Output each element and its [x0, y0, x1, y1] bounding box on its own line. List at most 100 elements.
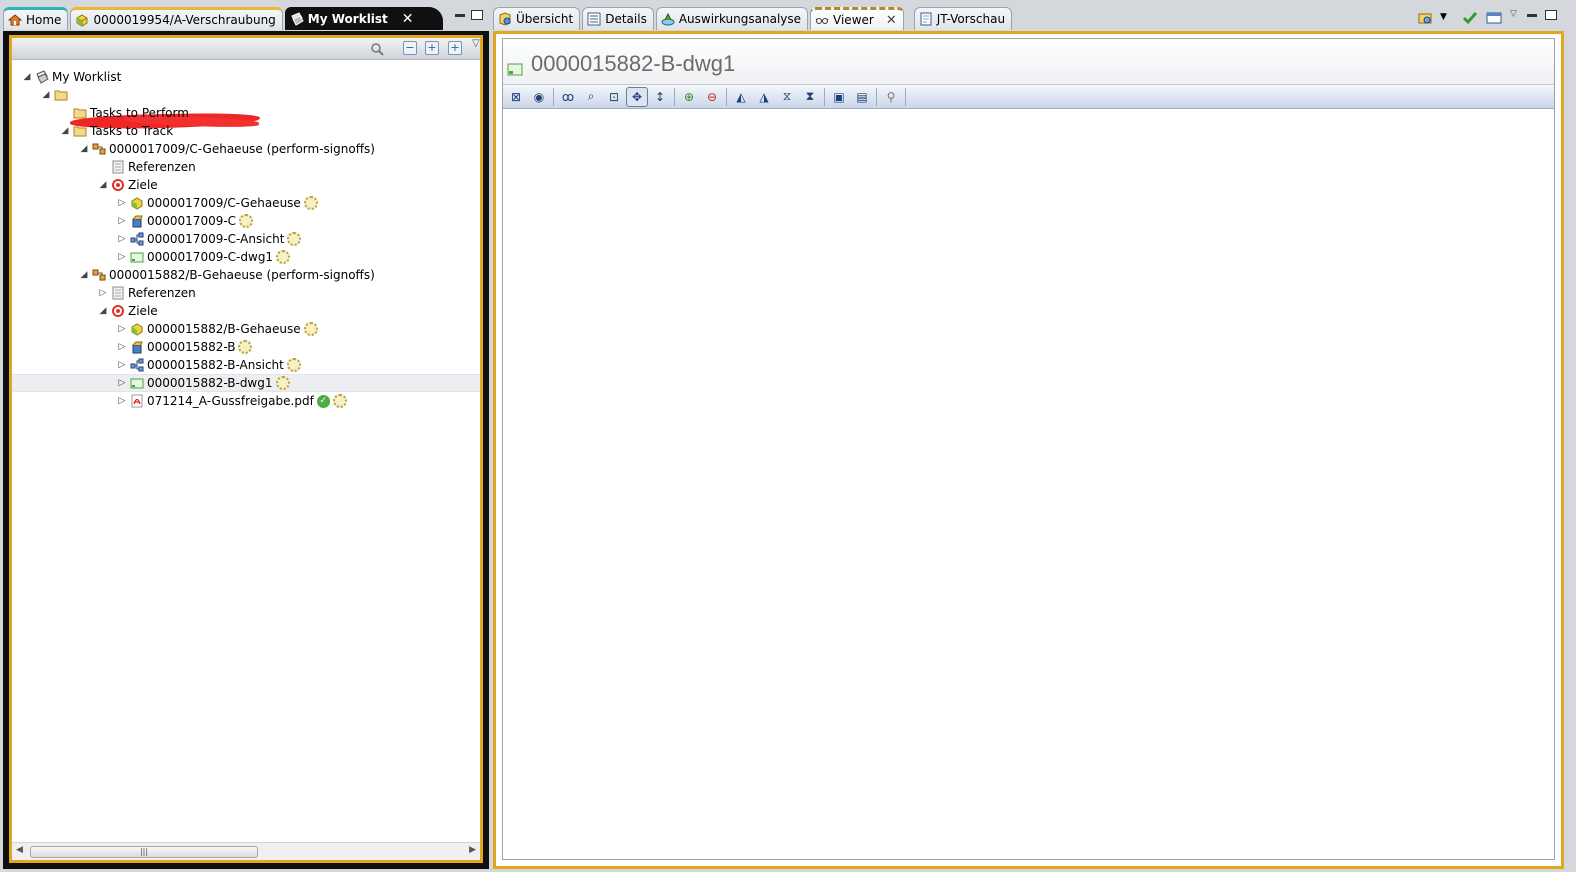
tab-viewer[interactable]: Viewer ✕ — [810, 7, 904, 30]
bom-view-icon — [130, 358, 144, 372]
workflow-task-icon — [92, 269, 106, 281]
expand-toggle-icon[interactable]: ▷ — [98, 284, 108, 302]
close-icon[interactable]: ✕ — [402, 11, 414, 27]
expand-all-icon[interactable]: + — [448, 41, 462, 55]
tree-node-task[interactable]: ◢ 0000015882/B-Gehaeuse (perform-signoff… — [79, 266, 375, 284]
collapse-all-icon[interactable]: − — [403, 41, 417, 55]
expand-toggle-icon[interactable]: ▷ — [117, 320, 127, 338]
markup-icon[interactable]: ▣ — [828, 87, 850, 107]
expand-toggle-icon[interactable]: ◢ — [22, 68, 32, 86]
close-icon[interactable]: ✕ — [886, 13, 897, 28]
flip-horizontal-icon[interactable]: ⧗ — [799, 87, 821, 107]
expand-toggle-icon[interactable]: ▷ — [117, 248, 127, 266]
tree-node-target-view[interactable]: ▷ 0000017009-C-Ansicht — [117, 230, 302, 248]
scrollbar-thumb[interactable]: ||| — [30, 846, 258, 858]
tree-node-references[interactable]: ▷ Referenzen — [98, 284, 196, 302]
tree-node-target-item[interactable]: ▷ 0000015882/B-Gehaeuse — [117, 320, 318, 338]
tree-node-target-drawing-selected[interactable]: ▷ 0000015882-B-dwg1 — [12, 374, 480, 392]
viewer-canvas[interactable] — [503, 111, 1554, 859]
zoom-out-icon[interactable]: ⊖ — [701, 87, 723, 107]
expand-toggle-icon[interactable]: ◢ — [41, 86, 51, 104]
pdf-icon — [131, 394, 143, 408]
tab-my-worklist[interactable]: My Worklist ✕ — [284, 7, 443, 30]
tree-node-target-item[interactable]: ▷ 0000017009/C-Gehaeuse — [117, 194, 318, 212]
zoom-window-icon[interactable]: ⌕ — [580, 87, 602, 107]
worklist-panel: − + + ▽ ◢ My Worklist ◢ Tasks to Perform… — [3, 31, 489, 869]
viewer-panel: 0000015882-B-dwg1 ⊠ ◉ ꝏ ⌕ ⊡ ✥ ↕ ⊕ ⊖ ◭ ◮ … — [493, 31, 1564, 869]
checkmark-icon[interactable] — [1462, 11, 1478, 25]
status-icon — [275, 376, 290, 390]
compare-icon[interactable]: ▤ — [851, 87, 873, 107]
expand-toggle-icon[interactable]: ◢ — [98, 176, 108, 194]
drawing-icon — [130, 252, 144, 263]
expand-icon[interactable]: + — [425, 41, 439, 55]
expand-toggle-icon[interactable]: ▷ — [117, 338, 127, 356]
tree-node-root[interactable]: ◢ My Worklist — [22, 68, 122, 86]
scroll-right-icon[interactable]: ▶ — [469, 845, 476, 855]
tree-node-label: Referenzen — [128, 160, 196, 174]
expand-toggle-icon[interactable]: ◢ — [79, 140, 89, 158]
expand-toggle-icon[interactable]: ▷ — [117, 374, 127, 392]
references-icon — [112, 286, 124, 300]
tree-node-targets[interactable]: ◢ Ziele — [98, 302, 158, 320]
status-icon — [303, 196, 318, 210]
tab-home[interactable]: Home — [3, 7, 69, 30]
tree-node-task[interactable]: ◢ 0000017009/C-Gehaeuse (perform-signoff… — [79, 140, 375, 158]
tree-node-target-part[interactable]: ▷ 0000015882-B — [117, 338, 253, 356]
tab-impact-analysis[interactable]: Auswirkungsanalyse — [655, 7, 809, 30]
tree-node-target-view[interactable]: ▷ 0000015882-B-Ansicht — [117, 356, 301, 374]
tree-node-target-part[interactable]: ▷ 0000017009-C — [117, 212, 254, 230]
vertical-move-icon[interactable]: ↕ — [649, 87, 671, 107]
rotate-left-icon[interactable]: ◭ — [730, 87, 752, 107]
glasses-icon[interactable]: ꝏ — [557, 87, 579, 107]
maximize-icon[interactable] — [471, 10, 483, 20]
scroll-left-icon[interactable]: ◀ — [16, 845, 23, 855]
expand-toggle-icon[interactable]: ◢ — [60, 122, 70, 140]
minimize-icon[interactable] — [1527, 14, 1537, 17]
minimize-icon[interactable] — [455, 14, 465, 17]
search-icon[interactable] — [370, 42, 384, 56]
tree-node-tasks-to-perform[interactable]: Tasks to Perform — [60, 104, 189, 122]
expand-toggle-icon[interactable]: ◢ — [98, 302, 108, 320]
tab-jt-preview[interactable]: JT-Vorschau — [913, 7, 1013, 30]
zoom-in-icon[interactable]: ⊕ — [678, 87, 700, 107]
expand-toggle-icon[interactable]: ▷ — [117, 194, 127, 212]
tab-viewer-label: Viewer — [833, 13, 874, 27]
expand-toggle-icon[interactable]: ▷ — [117, 212, 127, 230]
expand-toggle-icon[interactable]: ▷ — [117, 356, 127, 374]
eye-view-icon[interactable]: ◉ — [528, 87, 550, 107]
horizontal-scrollbar[interactable]: ◀ ||| ▶ — [12, 842, 480, 860]
view-menu-icon[interactable]: ▽ — [472, 38, 480, 49]
expand-toggle-icon[interactable]: ▷ — [117, 230, 127, 248]
search-icon[interactable]: ⚲ — [880, 87, 902, 107]
tree-node-tasks-to-track[interactable]: ◢ Tasks to Track — [60, 122, 174, 140]
tree-node-user-folder[interactable]: ◢ — [41, 86, 68, 104]
zoom-area-icon[interactable]: ⊡ — [603, 87, 625, 107]
tree-node-targets[interactable]: ◢ Ziele — [98, 176, 158, 194]
tree-node-target-drawing[interactable]: ▷ 0000017009-C-dwg1 — [117, 248, 291, 266]
window-icon[interactable] — [1486, 11, 1502, 25]
rotate-right-icon[interactable]: ◮ — [753, 87, 775, 107]
fit-view-icon[interactable]: ⊠ — [505, 87, 527, 107]
tools-menu-icon[interactable] — [1418, 12, 1438, 26]
tab-item-verschraubung[interactable]: 0000019954/A-Verschraubung — [70, 7, 283, 30]
viewer-title: 0000015882-B-dwg1 — [531, 50, 736, 76]
tree-node-target-pdf[interactable]: ▷ 071214_A-Gussfreigabe.pdf ✓ — [117, 392, 347, 410]
expand-toggle-icon[interactable]: ◢ — [79, 266, 89, 284]
left-tab-bar: Home 0000019954/A-Verschraubung My Workl… — [3, 6, 445, 30]
status-icon — [276, 250, 291, 264]
tree-node-label: 0000017009-C-dwg1 — [147, 250, 274, 264]
tab-overview[interactable]: Übersicht — [493, 7, 581, 30]
references-icon — [112, 160, 124, 174]
pan-icon[interactable]: ✥ — [626, 86, 648, 107]
tree-node-label: Ziele — [128, 178, 158, 192]
tree-node-references[interactable]: Referenzen — [98, 158, 196, 176]
view-menu-icon[interactable]: ▽ — [1510, 9, 1517, 19]
flip-vertical-icon[interactable]: ⧖ — [776, 87, 798, 107]
maximize-icon[interactable] — [1545, 10, 1557, 20]
part-icon — [132, 215, 143, 228]
chevron-down-icon[interactable]: ▼ — [1440, 12, 1447, 22]
tab-details[interactable]: Details — [582, 7, 654, 30]
expand-toggle-icon[interactable]: ▷ — [117, 392, 127, 410]
item-icon — [76, 14, 88, 27]
